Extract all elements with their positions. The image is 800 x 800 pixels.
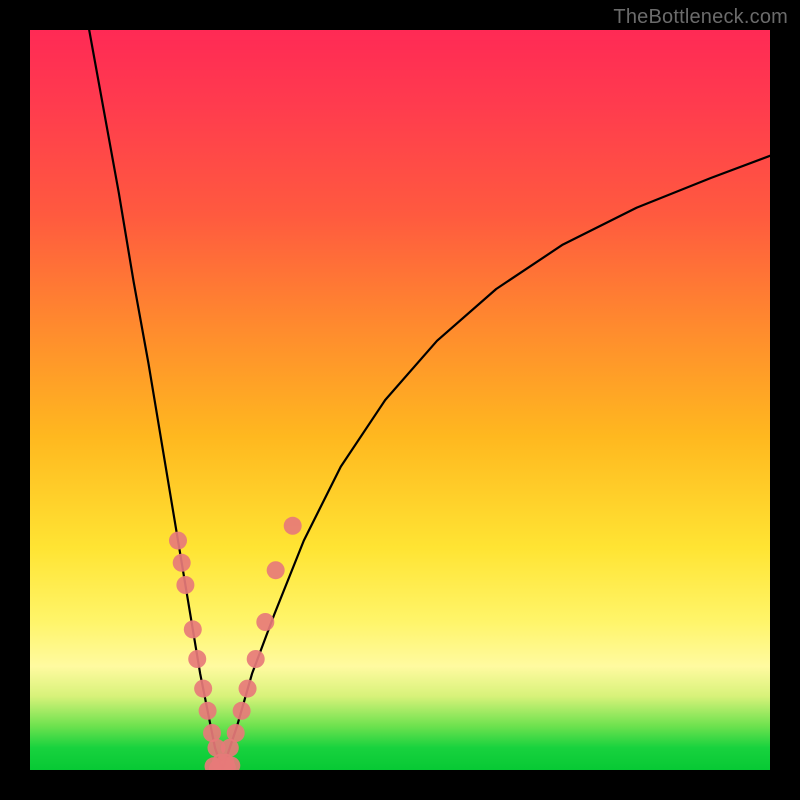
- marker-left-markers: [184, 620, 202, 638]
- marker-left-markers: [176, 576, 194, 594]
- chart-svg: [30, 30, 770, 770]
- curve-right-branch: [222, 156, 770, 770]
- marker-right-markers: [233, 702, 251, 720]
- marker-right-markers: [267, 561, 285, 579]
- marker-left-markers: [188, 650, 206, 668]
- marker-right-markers: [227, 724, 245, 742]
- marker-left-markers: [173, 554, 191, 572]
- plot-area: [30, 30, 770, 770]
- marker-left-markers: [194, 680, 212, 698]
- marker-right-markers: [247, 650, 265, 668]
- marker-right-markers: [239, 680, 257, 698]
- marker-right-markers: [256, 613, 274, 631]
- watermark-text: TheBottleneck.com: [613, 6, 788, 29]
- marker-left-markers: [199, 702, 217, 720]
- chart-frame: TheBottleneck.com: [0, 0, 800, 800]
- marker-left-markers: [169, 532, 187, 550]
- marker-right-outlier-marker: [284, 517, 302, 535]
